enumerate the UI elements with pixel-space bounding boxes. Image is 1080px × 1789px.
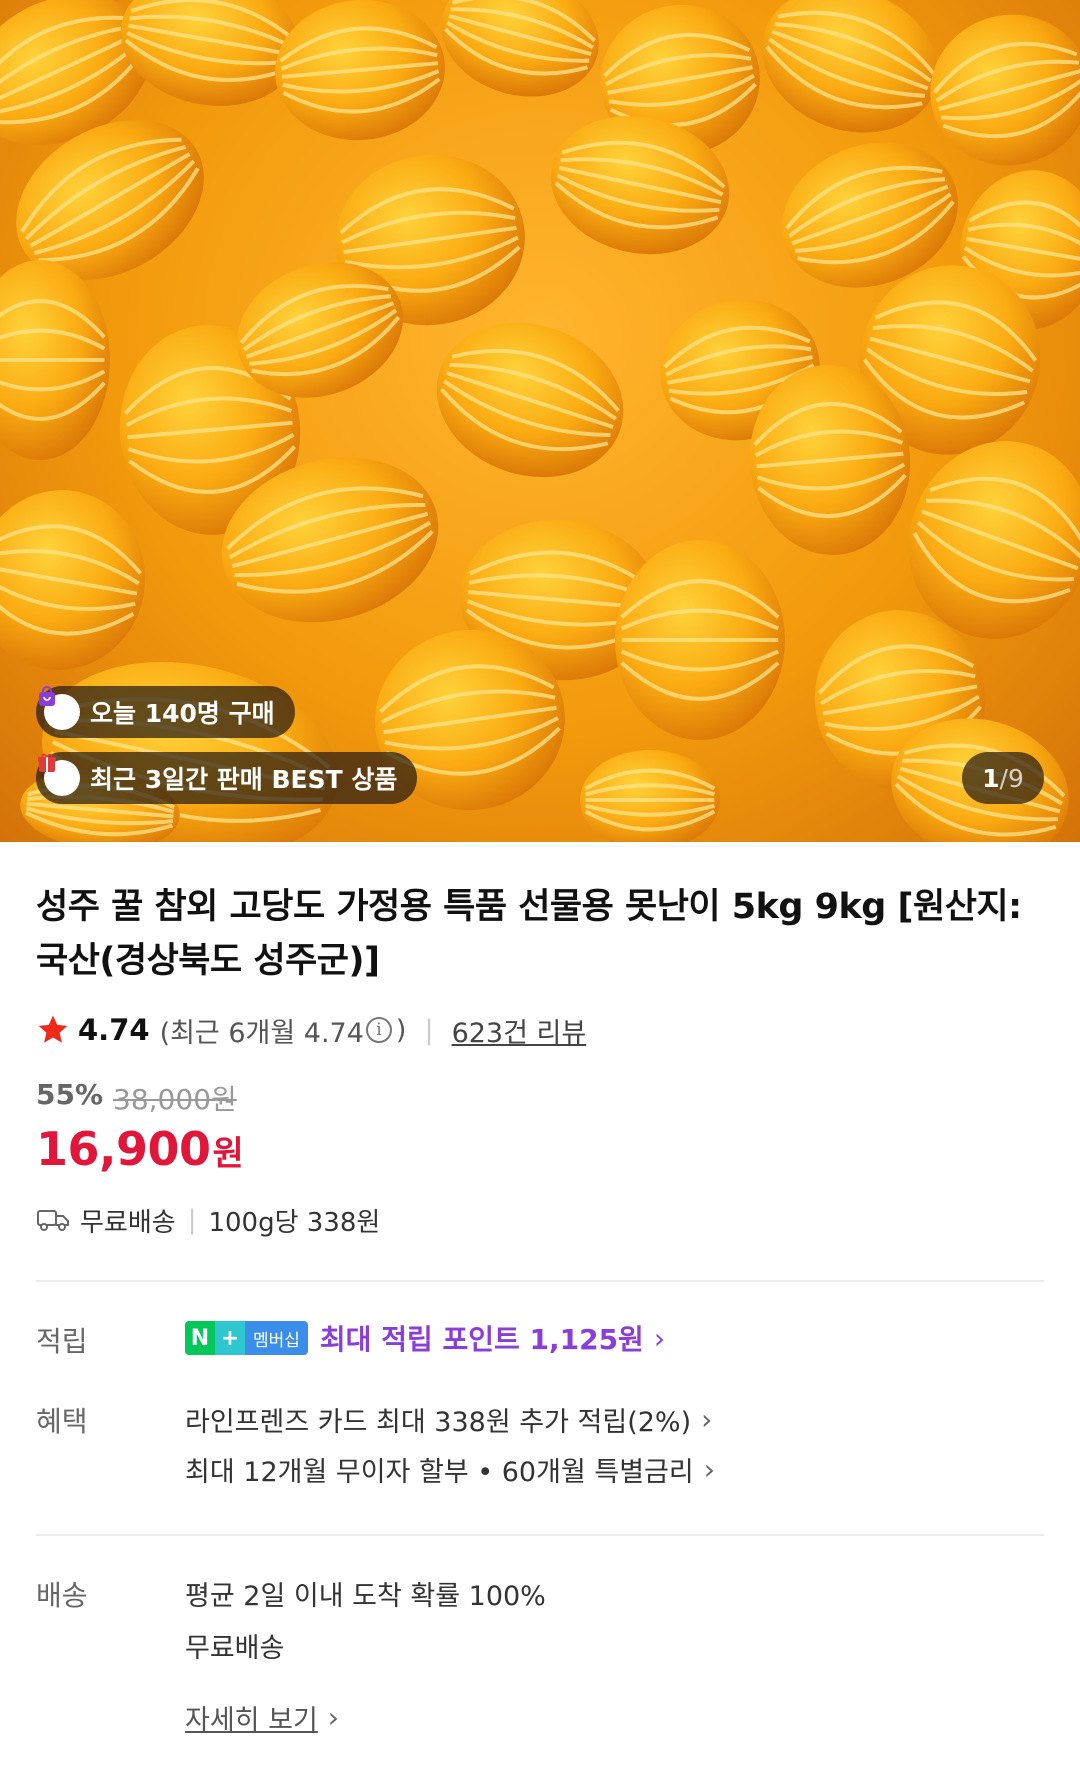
plus-mark: + [215, 1321, 245, 1355]
original-price: 38,000원 [113, 1083, 237, 1116]
purchase-count-text: 오늘 140명 구매 [90, 699, 275, 728]
total-image-count: 9 [1007, 763, 1024, 793]
card-benefit-link[interactable]: 라인프렌즈 카드 최대 338원 추가 적립(2%) › [185, 1400, 712, 1439]
discount-row: 55% 38,000원 [36, 1078, 237, 1118]
installment-benefit-text: 최대 12개월 무이자 할부 • 60개월 특별금리 [185, 1457, 694, 1488]
divider-bar: | [424, 1014, 434, 1046]
chevron-right-icon: › [327, 1701, 339, 1734]
rating-row: 4.74 (최근 6개월 4.74 i ) | 623건 리뷰 [36, 1010, 586, 1050]
detail-link-text: 자세히 보기 [185, 1705, 318, 1736]
recent-rating-text: (최근 6개월 4.74 [159, 1017, 364, 1049]
section-divider [36, 1534, 1044, 1536]
chevron-right-icon: › [701, 1403, 713, 1436]
product-title: 성주 꿀 참외 고당도 가정용 특품 선물용 못난이 5kg 9kg [원산지:… [36, 887, 1022, 981]
melon-shape [441, 0, 599, 97]
delivery-detail-link[interactable]: 자세히 보기 › [185, 1698, 339, 1737]
section-divider [36, 1280, 1044, 1282]
price-amount: 16,900 [36, 1122, 211, 1176]
points-label: 적립 [36, 1325, 88, 1358]
star-icon [38, 1015, 68, 1043]
benefits-label: 혜택 [36, 1405, 88, 1438]
card-benefit-text: 라인프렌즈 카드 최대 338원 추가 적립(2%) [185, 1407, 692, 1438]
counter-separator: / [999, 763, 1008, 793]
current-image-index: 1 [982, 763, 1000, 793]
melon-shape [0, 260, 110, 460]
melon-shape [580, 750, 720, 842]
delivery-probability: 평균 2일 이내 도착 확률 100% [185, 1581, 546, 1612]
divider-bar: | [187, 1205, 197, 1235]
installment-benefit-link[interactable]: 최대 12개월 무이자 할부 • 60개월 특별금리 › [185, 1450, 715, 1489]
n-mark: N [185, 1321, 215, 1355]
free-shipping-text: 무료배송 [80, 1207, 176, 1238]
membership-mark: 멤버십 [245, 1321, 308, 1355]
product-image[interactable]: 오늘 140명 구매 최근 3일간 판매 BEST 상품 1 / 9 [0, 0, 1080, 842]
discount-percent: 55% [36, 1078, 104, 1111]
image-page-counter: 1 / 9 [962, 752, 1044, 804]
review-count-link[interactable]: 623건 리뷰 [452, 1011, 587, 1050]
chevron-right-icon: › [653, 1321, 666, 1355]
sale-price: 16,900 원 [36, 1122, 244, 1176]
melon-shape [762, 0, 938, 133]
recent-rating-close: ) [395, 1014, 407, 1046]
melon-shape [615, 540, 785, 740]
purchase-count-badge: 오늘 140명 구매 [36, 686, 295, 738]
points-row[interactable]: N + 멤버십 최대 적립 포인트 1,125원 › [185, 1318, 665, 1358]
melon-shape [930, 14, 1080, 166]
best-seller-text: 최근 3일간 판매 BEST 상품 [90, 765, 398, 794]
rating-score: 4.74 [78, 1013, 150, 1047]
delivery-free-text: 무료배송 [185, 1633, 285, 1664]
truck-icon [37, 1210, 69, 1231]
max-points-text: 최대 적립 포인트 1,125원 [319, 1323, 644, 1356]
unit-price-text: 100g당 338원 [208, 1207, 381, 1238]
delivery-label: 배송 [36, 1579, 88, 1612]
melon-shape [275, 0, 445, 141]
shipping-summary: 무료배송 | 100g당 338원 [36, 1200, 380, 1240]
shopping-bag-icon [39, 686, 80, 730]
chevron-right-icon: › [703, 1453, 715, 1486]
price-unit: 원 [212, 1134, 244, 1174]
gift-icon [38, 753, 80, 796]
info-icon[interactable]: i [365, 1017, 392, 1043]
melon-shape [0, 490, 146, 670]
best-seller-badge: 최근 3일간 판매 BEST 상품 [36, 752, 418, 804]
naver-plus-membership-badge: N + 멤버십 [185, 1321, 308, 1355]
melon-shape [436, 322, 624, 478]
